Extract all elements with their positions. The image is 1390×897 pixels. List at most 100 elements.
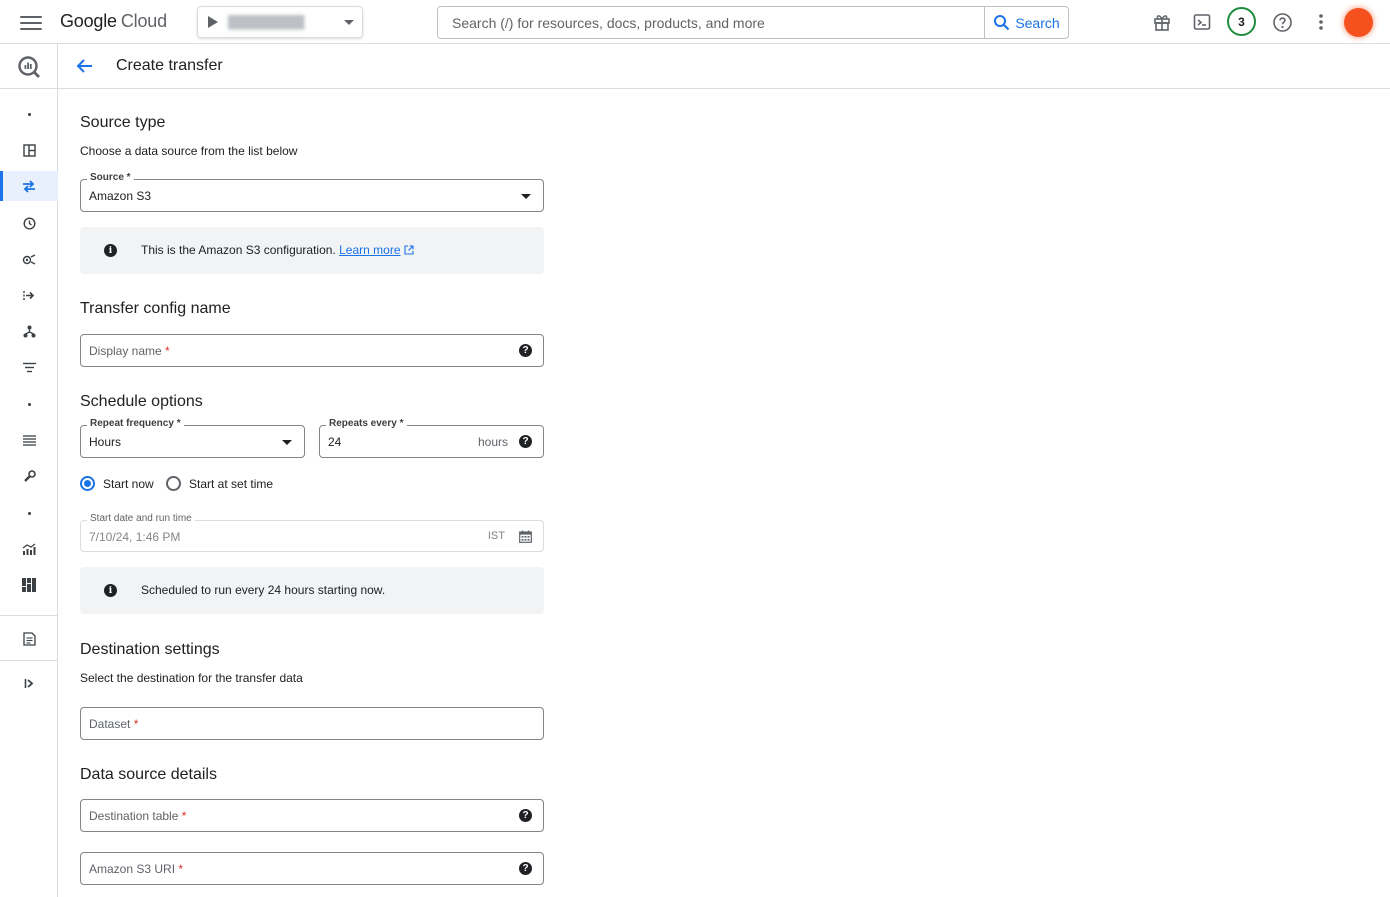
project-picker[interactable]: █████████ [197,6,363,38]
rail-dot-item[interactable] [0,99,58,129]
dot-icon [27,112,31,116]
dashboard-grid-icon [22,143,36,157]
source-info-message: This is the Amazon S3 configuration. [141,243,336,257]
page-header: Create transfer [58,44,1390,89]
display-name-field[interactable]: Display name * ? [80,334,544,367]
swap-arrows-icon [23,179,35,193]
source-select[interactable]: Source * Amazon S3 [80,172,544,212]
required-mark: * [181,809,187,823]
dot-icon [27,511,31,515]
project-icon [208,16,218,28]
start-date-value: 7/10/24, 1:46 PM [89,530,181,544]
wrench-icon [23,469,36,482]
radio-button-checked[interactable] [80,476,95,491]
rail-item-analytics-hub[interactable] [0,244,58,274]
rail-item-scheduled-queries[interactable] [0,208,58,238]
source-info-box: i This is the Amazon S3 configuration. L… [80,227,544,274]
dataset-field[interactable]: Dataset * [80,707,544,740]
schedule-info-text: Scheduled to run every 24 hours starting… [141,583,386,597]
google-cloud-logo[interactable]: Google Cloud [60,11,167,32]
radio-start-at-set-time-label: Start at set time [189,476,274,491]
repeat-frequency-label: Repeat frequency * [87,418,184,429]
rail-item-studio[interactable] [0,135,58,165]
dropdown-caret-icon [282,440,292,445]
search-button-label: Search [1015,14,1060,31]
search-box: Search [437,6,1069,39]
radio-start-at-set-time[interactable]: Start at set time [166,476,273,491]
calendar-icon [519,530,532,543]
rail-item-monitoring[interactable] [0,534,58,564]
cloud-shell-terminal-icon[interactable] [1190,10,1214,34]
top-bar: GoogleCloud █████████ Search 3 [0,0,1390,44]
expand-rail-button[interactable] [0,668,58,698]
analytics-chart-icon [22,543,36,555]
source-info-text: This is the Amazon S3 configuration. Lea… [141,243,414,257]
rail-divider [0,615,58,616]
repeats-every-field[interactable]: Repeats every * 24 hours ? [319,418,544,458]
help-icon[interactable]: ? [519,344,532,357]
dataset-label: Dataset [89,717,131,731]
logo-cloud: Cloud [120,11,167,31]
help-icon[interactable]: ? [519,435,532,448]
rail-item-settings[interactable] [0,461,58,491]
amazon-s3-uri-label: Amazon S3 URI [89,862,176,876]
project-name-redacted: █████████ [228,15,305,29]
left-nav-rail [0,44,58,897]
rail-item-partner-center[interactable] [0,352,58,382]
repeats-every-label: Repeats every * [326,418,407,429]
open-in-new-icon[interactable] [404,245,414,255]
start-date-label: Start date and run time [87,513,195,524]
more-vert-icon[interactable] [1309,10,1333,34]
main-menu-icon[interactable] [20,13,42,31]
tree-nodes-icon [23,325,35,337]
search-button[interactable]: Search [984,7,1068,38]
required-mark: * [165,344,170,358]
user-avatar[interactable] [1344,8,1373,37]
bigquery-product-icon[interactable] [0,52,58,82]
transfer-config-heading: Transfer config name [80,300,231,317]
help-circle-icon[interactable] [1270,10,1294,34]
destination-settings-heading: Destination settings [80,641,220,658]
rail-item-release-notes[interactable] [0,624,58,654]
amazon-s3-uri-field[interactable]: Amazon S3 URI * ? [80,852,544,885]
rail-divider [0,88,58,89]
rail-item-jobs[interactable] [0,425,58,455]
clock-icon [22,216,36,230]
rail-item-dataform[interactable] [0,316,58,346]
notifications-badge[interactable]: 3 [1227,7,1256,36]
timezone-label: IST [487,530,505,542]
back-arrow-icon[interactable] [74,55,96,77]
dropdown-caret-icon [521,194,531,199]
rail-item-data-transfers[interactable] [0,171,58,201]
dashboard-tiles-icon [22,578,36,592]
pipeline-arrow-icon [23,290,35,300]
chevron-down-icon [344,19,354,25]
hub-icon [22,253,36,265]
repeat-frequency-select[interactable]: Repeat frequency * Hours [80,418,305,458]
help-icon[interactable]: ? [519,862,532,875]
rail-dot-item-3[interactable] [0,498,58,528]
source-value: Amazon S3 [89,189,152,203]
rail-item-pipelines[interactable] [0,280,58,310]
repeats-every-value: 24 [328,435,342,449]
destination-table-field[interactable]: Destination table * ? [80,799,544,832]
destination-table-label: Destination table [89,809,179,823]
rail-dot-item-2[interactable] [0,389,58,419]
gift-icon[interactable] [1150,10,1174,34]
amazon-s3-uri-placeholder: Amazon S3 URI * [89,862,183,876]
page-title: Create transfer [116,57,223,74]
radio-start-now[interactable]: Start now [80,476,154,491]
learn-more-link[interactable]: Learn more [339,243,400,257]
source-label: Source * [87,172,134,183]
schedule-info-box: i Scheduled to run every 24 hours starti… [80,567,544,614]
rail-item-capacity[interactable] [0,570,58,600]
notes-icon [22,632,36,646]
search-input[interactable] [438,7,984,38]
notification-count: 3 [1238,14,1245,29]
help-icon[interactable]: ? [519,809,532,822]
radio-button-unchecked[interactable] [166,476,181,491]
display-name-placeholder: Display name * [89,344,170,358]
dataset-placeholder: Dataset * [89,717,138,731]
dot-icon [27,402,31,406]
logo-google: Google [60,11,117,31]
